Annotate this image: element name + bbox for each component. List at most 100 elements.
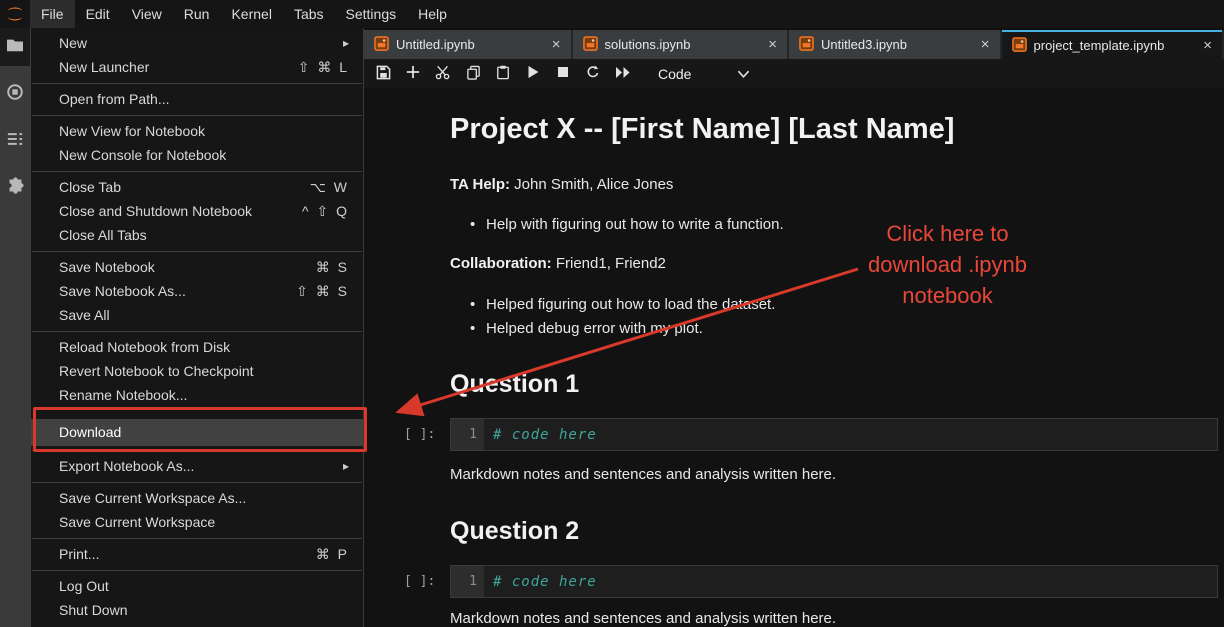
copy-icon — [466, 65, 481, 83]
menu-item-save-notebook[interactable]: Save Notebook⌘ S — [31, 255, 363, 279]
collaboration-value: Friend1, Friend2 — [552, 255, 666, 272]
menu-item-new[interactable]: New▸ — [31, 31, 363, 55]
cell-type-value: Code — [658, 66, 691, 82]
activity-sidebar — [0, 0, 30, 627]
menu-item-save-notebook-as[interactable]: Save Notebook As...⇧ ⌘ S — [31, 279, 363, 303]
menu-item-open-from-path[interactable]: Open from Path... — [31, 87, 363, 111]
tab-close-icon[interactable]: × — [1201, 38, 1214, 53]
menu-item-label: Download — [59, 419, 121, 446]
stop-icon — [557, 66, 569, 81]
menu-item-save-current-workspace-as[interactable]: Save Current Workspace As... — [31, 486, 363, 510]
copy-cells-button[interactable] — [458, 61, 488, 87]
menu-item-label: Save Current Workspace As... — [59, 486, 246, 510]
menu-item-rename-notebook[interactable]: Rename Notebook... — [31, 383, 363, 407]
tab-label: solutions.ipynb — [605, 37, 760, 52]
notebook-toolbar: Code — [364, 59, 1224, 88]
tab-solutions-ipynb[interactable]: solutions.ipynb × — [573, 30, 788, 59]
menu-item-label: Shut Down — [59, 598, 127, 622]
hidden-menu-row — [31, 407, 363, 419]
menu-item-label: Save Notebook As... — [59, 279, 186, 303]
menu-separator — [31, 478, 363, 486]
sidebar-item-running-sessions[interactable] — [0, 75, 30, 113]
notebook-icon — [583, 36, 598, 54]
menu-item-export-notebook-as[interactable]: Export Notebook As... ▸ — [31, 454, 363, 478]
file-menu-dropdown: New▸New Launcher⇧ ⌘ LOpen from Path...Ne… — [30, 28, 364, 627]
menubar-item-tabs[interactable]: Tabs — [283, 0, 335, 28]
cell-type-dropdown[interactable]: Code — [658, 66, 750, 82]
puzzle-icon — [7, 177, 24, 199]
run-cell-button[interactable] — [518, 61, 548, 87]
menu-item-close-all-tabs[interactable]: Close All Tabs — [31, 223, 363, 247]
menubar-item-file[interactable]: File — [30, 0, 75, 28]
cell-editor[interactable]: 1# code here — [450, 418, 1218, 451]
line-number: 1 — [451, 566, 484, 597]
menu-item-reload-notebook-from-disk[interactable]: Reload Notebook from Disk — [31, 335, 363, 359]
restart-kernel-button[interactable] — [578, 61, 608, 87]
menubar-item-settings[interactable]: Settings — [335, 0, 408, 28]
line-number: 1 — [451, 419, 484, 450]
menu-item-log-out[interactable]: Log Out — [31, 574, 363, 598]
menu-item-label: Export Notebook As... — [59, 454, 194, 478]
menu-separator — [31, 247, 363, 255]
restart-icon — [586, 65, 600, 82]
notebook-icon — [799, 36, 814, 54]
menubar-item-edit[interactable]: Edit — [75, 0, 121, 28]
tab-untitled-ipynb[interactable]: Untitled.ipynb× — [364, 30, 571, 59]
tab-untitled3-ipynb[interactable]: Untitled3.ipynb × — [789, 30, 1000, 59]
menu-item-close-and-shutdown-notebook[interactable]: Close and Shutdown Notebook^ ⇧ Q — [31, 199, 363, 223]
menu-item-save-all[interactable]: Save All — [31, 303, 363, 327]
running-icon — [6, 83, 24, 106]
menu-item-new-console-for-notebook[interactable]: New Console for Notebook — [31, 143, 363, 167]
menu-item-revert-notebook-to-checkpoint[interactable]: Revert Notebook to Checkpoint — [31, 359, 363, 383]
tab-project-template-ipynb[interactable]: project_template.ipynb× — [1002, 30, 1222, 59]
tab-close-icon[interactable]: × — [550, 37, 563, 52]
menubar-item-kernel[interactable]: Kernel — [220, 0, 282, 28]
sidebar-item-extensions[interactable] — [0, 169, 30, 207]
submenu-arrow-icon: ▸ — [343, 454, 349, 478]
sidebar-item-file-browser[interactable] — [0, 28, 30, 66]
jupyter-logo — [0, 0, 30, 28]
bullet-text: Helped figuring out how to load the data… — [486, 296, 775, 313]
menu-item-print[interactable]: Print...⌘ P — [31, 542, 363, 566]
menubar-item-view[interactable]: View — [121, 0, 173, 28]
cell-editor[interactable]: 1# code here — [450, 565, 1218, 598]
ta-help-bullet: •Help with figuring out how to write a f… — [470, 216, 784, 233]
main-dock-panel: Untitled.ipynb×solutions.ipynb×Untitled3… — [364, 28, 1224, 627]
menu-item-new-launcher[interactable]: New Launcher⇧ ⌘ L — [31, 55, 363, 79]
tab-close-icon[interactable]: × — [766, 37, 779, 52]
cut-cells-button[interactable] — [428, 61, 458, 87]
tab-bar: Untitled.ipynb×solutions.ipynb×Untitled3… — [364, 28, 1224, 59]
annotation-line: notebook — [820, 280, 1075, 311]
menu-item-shut-down[interactable]: Shut Down — [31, 598, 363, 622]
tab-label: Untitled3.ipynb — [821, 37, 972, 52]
interrupt-kernel-button[interactable] — [548, 61, 578, 87]
paste-cells-button[interactable] — [488, 61, 518, 87]
menu-item-save-current-workspace[interactable]: Save Current Workspace — [31, 510, 363, 534]
sidebar-item-table-of-contents[interactable] — [0, 122, 30, 160]
save-notebook-button[interactable] — [368, 61, 398, 87]
menu-item-shortcut: ^ ⇧ Q — [302, 199, 349, 223]
fast-forward-icon — [615, 66, 631, 82]
menu-item-label: Open from Path... — [59, 87, 170, 111]
menubar-item-help[interactable]: Help — [407, 0, 458, 28]
menu-item-label: Reload Notebook from Disk — [59, 335, 230, 359]
menu-item-close-tab[interactable]: Close Tab⌥ W — [31, 175, 363, 199]
cell-prompt: [ ]: — [404, 574, 435, 589]
menu-separator — [31, 79, 363, 87]
menu-item-label: Log Out — [59, 574, 109, 598]
cell-code: # code here — [484, 419, 597, 450]
chevron-down-icon — [737, 66, 750, 82]
menubar-item-run[interactable]: Run — [173, 0, 221, 28]
restart-run-all-button[interactable] — [608, 61, 638, 87]
menu-item-label: New — [59, 31, 87, 55]
menu-item-label: Rename Notebook... — [59, 383, 187, 407]
tab-close-icon[interactable]: × — [979, 37, 992, 52]
section-heading: Question 1 — [450, 370, 579, 399]
toc-icon — [6, 131, 24, 152]
menu-item-new-view-for-notebook[interactable]: New View for Notebook — [31, 119, 363, 143]
menu-item-download[interactable]: Download — [31, 419, 363, 446]
jupyter-logo-icon — [4, 4, 26, 24]
menu-separator — [31, 111, 363, 119]
add-cell-button[interactable] — [398, 61, 428, 87]
menu-item-label: Print... — [59, 542, 99, 566]
